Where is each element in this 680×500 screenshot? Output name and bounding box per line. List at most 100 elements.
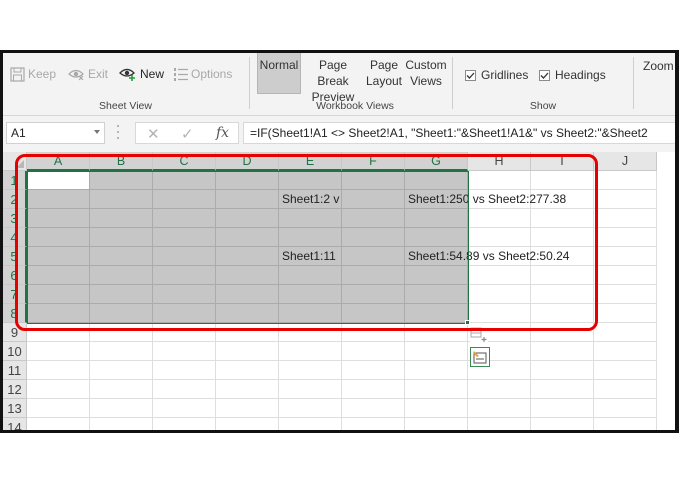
cell-d14[interactable] — [216, 418, 279, 430]
cell-j2[interactable] — [594, 190, 657, 209]
cell-b4[interactable] — [90, 228, 153, 247]
cell-d8[interactable] — [216, 304, 279, 323]
cell-g12[interactable] — [405, 380, 468, 399]
cell-b5[interactable] — [90, 247, 153, 266]
cell-e14[interactable] — [279, 418, 342, 430]
row-header-2[interactable]: 2 — [3, 190, 27, 209]
cell-g14[interactable] — [405, 418, 468, 430]
normal-view-button[interactable]: Normal — [257, 53, 301, 94]
cell-h7[interactable] — [468, 285, 531, 304]
cell-c9[interactable] — [153, 323, 216, 342]
cell-d13[interactable] — [216, 399, 279, 418]
cell-g3[interactable] — [405, 209, 468, 228]
column-header-j[interactable]: J — [594, 152, 657, 171]
column-header-g[interactable]: G — [405, 152, 468, 171]
cell-c4[interactable] — [153, 228, 216, 247]
cell-d4[interactable] — [216, 228, 279, 247]
cell-f12[interactable] — [342, 380, 405, 399]
cell-e9[interactable] — [279, 323, 342, 342]
row-header-14[interactable]: 14 — [3, 418, 27, 430]
options-button[interactable]: Options — [174, 65, 232, 83]
column-header-e[interactable]: E — [279, 152, 342, 171]
column-header-i[interactable]: I — [531, 152, 594, 171]
column-header-a[interactable]: A — [27, 152, 90, 171]
cell-i7[interactable] — [531, 285, 594, 304]
gridlines-checkbox[interactable]: Gridlines — [465, 68, 528, 82]
cell-a11[interactable] — [27, 361, 90, 380]
cell-d10[interactable] — [216, 342, 279, 361]
cell-a8[interactable] — [27, 304, 90, 323]
fill-handle[interactable] — [465, 320, 470, 325]
cell-i1[interactable] — [531, 171, 594, 190]
cell-j6[interactable] — [594, 266, 657, 285]
cell-f6[interactable] — [342, 266, 405, 285]
cell-g1[interactable] — [405, 171, 468, 190]
cell-a13[interactable] — [27, 399, 90, 418]
cell-g8[interactable] — [405, 304, 468, 323]
exit-button[interactable]: Exit — [68, 65, 108, 83]
cell-h4[interactable] — [468, 228, 531, 247]
cancel-icon[interactable]: ✕ — [147, 125, 160, 143]
cell-j8[interactable] — [594, 304, 657, 323]
cell-b11[interactable] — [90, 361, 153, 380]
cell-i12[interactable] — [531, 380, 594, 399]
cell-c5[interactable] — [153, 247, 216, 266]
cell-j13[interactable] — [594, 399, 657, 418]
cell-b14[interactable] — [90, 418, 153, 430]
column-header-c[interactable]: C — [153, 152, 216, 171]
cell-h13[interactable] — [468, 399, 531, 418]
cell-d3[interactable] — [216, 209, 279, 228]
cell-c12[interactable] — [153, 380, 216, 399]
cell-f1[interactable] — [342, 171, 405, 190]
cell-a14[interactable] — [27, 418, 90, 430]
cell-i11[interactable] — [531, 361, 594, 380]
cell-f10[interactable] — [342, 342, 405, 361]
cell-d2[interactable] — [216, 190, 279, 209]
spreadsheet-grid[interactable]: A B C D E F G H I J 1 2 Sheet1:2 v Sheet1:250 vs Shee… — [3, 152, 675, 430]
cell-e8[interactable] — [279, 304, 342, 323]
cell-f3[interactable] — [342, 209, 405, 228]
cell-b2[interactable] — [90, 190, 153, 209]
keep-button[interactable]: Keep — [10, 65, 56, 83]
row-header-12[interactable]: 12 — [3, 380, 27, 399]
select-all-button[interactable] — [3, 152, 27, 171]
row-header-1[interactable]: 1 — [3, 171, 27, 190]
cell-h12[interactable] — [468, 380, 531, 399]
cell-g6[interactable] — [405, 266, 468, 285]
cell-a6[interactable] — [27, 266, 90, 285]
row-header-7[interactable]: 7 — [3, 285, 27, 304]
column-header-f[interactable]: F — [342, 152, 405, 171]
cell-e11[interactable] — [279, 361, 342, 380]
cell-c2[interactable] — [153, 190, 216, 209]
cell-a12[interactable] — [27, 380, 90, 399]
cell-b13[interactable] — [90, 399, 153, 418]
cell-c14[interactable] — [153, 418, 216, 430]
cell-d6[interactable] — [216, 266, 279, 285]
row-header-11[interactable]: 11 — [3, 361, 27, 380]
cell-d9[interactable] — [216, 323, 279, 342]
cell-j14[interactable] — [594, 418, 657, 430]
row-header-10[interactable]: 10 — [3, 342, 27, 361]
cell-j5[interactable] — [594, 247, 657, 266]
cell-j10[interactable] — [594, 342, 657, 361]
cell-a7[interactable] — [27, 285, 90, 304]
cell-i4[interactable] — [531, 228, 594, 247]
cell-b6[interactable] — [90, 266, 153, 285]
cell-e6[interactable] — [279, 266, 342, 285]
cell-g11[interactable] — [405, 361, 468, 380]
cell-f7[interactable] — [342, 285, 405, 304]
cell-c7[interactable] — [153, 285, 216, 304]
cell-j9[interactable] — [594, 323, 657, 342]
cell-b9[interactable] — [90, 323, 153, 342]
cell-d5[interactable] — [216, 247, 279, 266]
insert-function-icon[interactable]: fx — [216, 125, 229, 141]
chevron-down-icon[interactable] — [94, 130, 100, 134]
cell-c1[interactable] — [153, 171, 216, 190]
cell-a5[interactable] — [27, 247, 90, 266]
cell-a3[interactable] — [27, 209, 90, 228]
cell-h1[interactable] — [468, 171, 531, 190]
page-layout-button[interactable]: Page Layout — [364, 53, 404, 89]
cell-f13[interactable] — [342, 399, 405, 418]
cell-d12[interactable] — [216, 380, 279, 399]
cell-b7[interactable] — [90, 285, 153, 304]
